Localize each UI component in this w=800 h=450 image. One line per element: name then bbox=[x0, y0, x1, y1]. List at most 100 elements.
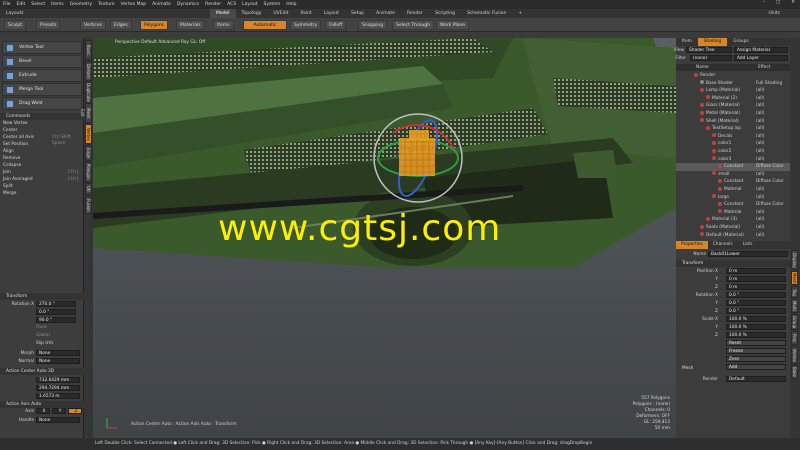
tab-lists[interactable]: Lists bbox=[738, 241, 758, 249]
tab-shading[interactable]: Shading bbox=[697, 38, 728, 46]
snapping-button[interactable]: Snapping bbox=[358, 20, 388, 30]
add-layer-button[interactable]: Add Layer bbox=[734, 55, 788, 61]
shader-tree-row[interactable]: Constant Diffuse Color bbox=[676, 201, 790, 209]
cmd-remove[interactable]: Remove bbox=[3, 156, 20, 162]
merge-tool-button[interactable]: Merge Tool bbox=[2, 83, 82, 96]
shader-tree-row[interactable]: Glass (Material) (all) bbox=[676, 102, 790, 110]
col-name[interactable]: Name bbox=[696, 64, 709, 71]
tab-topology[interactable]: Topology bbox=[236, 9, 268, 18]
shader-tree-row[interactable]: Material (all) bbox=[676, 209, 790, 217]
tab-properties[interactable]: Properties bbox=[676, 241, 708, 249]
props-rotation-y-field[interactable]: 0.0 ° bbox=[726, 300, 786, 306]
cmd-center[interactable]: Center bbox=[3, 128, 17, 134]
zero-button[interactable]: Zero bbox=[726, 356, 786, 362]
shading-filter-select[interactable]: (none) bbox=[690, 55, 732, 61]
vtab-vertex[interactable]: Vertex bbox=[85, 124, 92, 144]
action-center-header[interactable]: Action Center Auto 3D bbox=[0, 368, 84, 375]
shader-tree-row[interactable]: large (all) bbox=[676, 194, 790, 202]
add-button[interactable]: Add bbox=[726, 364, 786, 370]
tab-paint[interactable]: Paint bbox=[294, 9, 317, 18]
rotation-z-field[interactable]: 90.0 ° bbox=[36, 317, 76, 323]
shader-tree-row[interactable]: Render bbox=[676, 72, 790, 80]
tab-schematic-fusion[interactable]: Schematic Fusion bbox=[461, 9, 512, 18]
shader-tree-row[interactable]: Lamp (Material) (all) bbox=[676, 87, 790, 95]
vtab-edge[interactable]: Edge bbox=[85, 145, 92, 161]
items-button[interactable]: Items bbox=[213, 20, 234, 30]
scale-x-field[interactable]: 100.0 % bbox=[726, 316, 786, 322]
props-transform-header[interactable]: Transform bbox=[676, 260, 790, 267]
shader-tree-row[interactable]: Default (Material) (all) bbox=[676, 232, 790, 240]
props-rotation-z-field[interactable]: 0.0 ° bbox=[726, 308, 786, 314]
tab-model[interactable]: Model bbox=[210, 9, 236, 18]
menu-edit[interactable]: Edit bbox=[14, 2, 29, 7]
action-axis-header[interactable]: Action Axis Auto bbox=[0, 401, 84, 408]
menu-select[interactable]: Select bbox=[28, 2, 48, 7]
shader-tree-row[interactable]: Seats (Material) (all) bbox=[676, 224, 790, 232]
vtab-display[interactable]: Display bbox=[791, 250, 798, 270]
vtab-uv[interactable]: UV bbox=[85, 183, 92, 195]
tab-item[interactable]: Item bbox=[676, 38, 698, 46]
shader-tree-row[interactable]: color3 (all) bbox=[676, 156, 790, 164]
cmd-merge[interactable]: Merge bbox=[3, 191, 16, 197]
vtab-basic[interactable]: Basic bbox=[85, 40, 92, 60]
menu-geometry[interactable]: Geometry bbox=[67, 2, 95, 7]
tab-channels[interactable]: Channels bbox=[708, 241, 738, 249]
maximize-button[interactable]: □ bbox=[773, 0, 783, 5]
vtab-vertex-r[interactable]: Vertex bbox=[791, 346, 798, 364]
handle-select[interactable]: None bbox=[36, 417, 80, 423]
menu-animate[interactable]: Animate bbox=[149, 2, 174, 7]
shader-tree-row[interactable]: color1 (all) bbox=[676, 140, 790, 148]
morph-select[interactable]: None bbox=[36, 350, 80, 356]
drag-weld-button[interactable]: Drag Weld bbox=[2, 97, 82, 110]
tab-render[interactable]: Render bbox=[401, 9, 429, 18]
rotation-y-field[interactable]: 0.0 ° bbox=[36, 309, 76, 315]
menu-layout[interactable]: Layout bbox=[239, 2, 260, 7]
bevel-button[interactable]: Bevel bbox=[2, 55, 82, 68]
menu-texture[interactable]: Texture bbox=[95, 2, 117, 7]
presets-button[interactable]: Presets bbox=[36, 20, 61, 30]
cmd-new-vertex[interactable]: New Vertex bbox=[3, 121, 28, 127]
menu-help[interactable]: Help bbox=[283, 2, 299, 7]
freeze-button[interactable]: Freeze bbox=[726, 348, 786, 354]
extrude-button[interactable]: Extrude bbox=[2, 69, 82, 82]
cmd-join[interactable]: Join bbox=[3, 170, 11, 176]
vtab-mesh[interactable]: Mesh bbox=[791, 271, 798, 285]
view-mode-dropdown[interactable]: Default bbox=[141, 40, 157, 45]
tab-scripting[interactable]: Scripting bbox=[429, 9, 461, 18]
cmd-center-all-axis[interactable]: Center all Axis bbox=[3, 135, 34, 141]
vtab-poly[interactable]: Poly bbox=[791, 331, 798, 345]
shader-tree-row[interactable]: Material (3) (all) bbox=[676, 216, 790, 224]
render-select[interactable]: Default bbox=[726, 376, 786, 382]
axis-x-button[interactable]: X bbox=[36, 408, 50, 414]
falloff-button[interactable]: Falloff bbox=[325, 20, 347, 30]
cmd-set-position[interactable]: Set Position bbox=[3, 142, 28, 148]
global-checkbox[interactable]: Global bbox=[36, 333, 50, 339]
shader-tree-row[interactable]: Material (2) (all) bbox=[676, 95, 790, 103]
action-center-automatic-button[interactable]: Automatic bbox=[243, 20, 287, 30]
view-type-dropdown[interactable]: Perspective bbox=[115, 40, 140, 45]
position-x-field[interactable]: 0 m bbox=[726, 268, 786, 274]
scale-z-field[interactable]: 100.0 % bbox=[726, 332, 786, 338]
vtab-mesh-edit[interactable]: Mesh Edit bbox=[80, 103, 92, 123]
vtab-multi[interactable]: Multi bbox=[791, 299, 798, 313]
menu-acs[interactable]: ACS bbox=[224, 2, 239, 7]
symmetry-button[interactable]: Symmetry bbox=[290, 20, 322, 30]
shader-tree-row[interactable]: color2 (all) bbox=[676, 148, 790, 156]
shader-tree-row[interactable]: Metal (Material) (all) bbox=[676, 110, 790, 118]
tab-animate[interactable]: Animate bbox=[370, 9, 401, 18]
shader-tree-row[interactable]: small (all) bbox=[676, 171, 790, 179]
commands-header[interactable]: Commands bbox=[0, 113, 84, 120]
layouts-dropdown[interactable]: Layouts bbox=[0, 9, 210, 18]
sculpt-button[interactable]: Sculpt bbox=[4, 20, 27, 30]
reset-button[interactable]: Reset bbox=[726, 340, 786, 346]
shader-tree-row[interactable]: Material (all) bbox=[676, 186, 790, 194]
cmd-align[interactable]: Align bbox=[3, 149, 14, 155]
action-center-x-field[interactable]: 732.6429 mm bbox=[36, 377, 80, 383]
vtab-tag[interactable]: Tag bbox=[791, 286, 798, 298]
menu-render[interactable]: Render bbox=[202, 2, 224, 7]
transform-header[interactable]: Transform bbox=[0, 293, 84, 300]
shader-tree-row[interactable]: Base Shader Full Shading bbox=[676, 80, 790, 88]
work-plane-button[interactable]: Work Plane bbox=[436, 20, 470, 30]
minimize-button[interactable]: – bbox=[760, 0, 768, 5]
vertex-tool-button[interactable]: Vertex Tool bbox=[2, 41, 82, 54]
